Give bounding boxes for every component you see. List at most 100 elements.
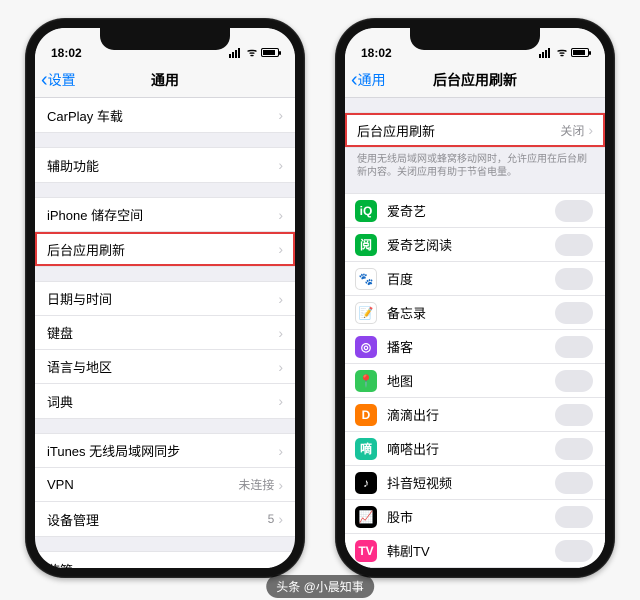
app-toggle[interactable] [555,268,593,290]
app-toggle[interactable] [555,370,593,392]
app-name: 百度 [387,269,555,288]
app-name: 爱奇艺阅读 [387,235,555,254]
row-label: 词典 [47,392,278,411]
row-label: 设备管理 [47,510,268,529]
nav-bar: ‹ 通用 后台应用刷新 [345,62,605,98]
app-row[interactable]: 🐾 百度 [345,262,605,296]
app-row[interactable]: iQ 爱奇艺 [345,194,605,228]
app-icon: 📈 [355,506,377,528]
settings-list[interactable]: CarPlay 车载›辅助功能›iPhone 储存空间›后台应用刷新›日期与时间… [35,98,295,568]
app-row[interactable]: 📝备忘录 [345,296,605,330]
battery-icon [261,48,279,57]
battery-icon [571,48,589,57]
row-label: 后台应用刷新 [357,121,560,140]
row-label: 监管 [47,560,278,569]
settings-row[interactable]: 后台应用刷新› [35,232,295,266]
app-name: 抖音短视频 [387,473,555,492]
back-button[interactable]: ‹ 通用 [345,70,386,90]
chevron-right-icon: › [278,393,283,409]
row-value: 关闭 [560,122,584,139]
row-value: 5 [268,512,275,526]
row-label: 日期与时间 [47,289,278,308]
app-toggle[interactable] [555,472,593,494]
chevron-right-icon: › [278,241,283,257]
status-time: 18:02 [361,46,392,60]
back-label: 设置 [48,70,76,90]
back-button[interactable]: ‹ 设置 [35,70,76,90]
chevron-left-icon: ‹ [41,70,48,90]
app-row[interactable]: 阅爱奇艺阅读 [345,228,605,262]
signal-icon [229,48,243,58]
background-refresh-master-row[interactable]: 后台应用刷新关闭› [345,113,605,147]
row-label: 后台应用刷新 [47,240,278,259]
app-toggle[interactable] [555,234,593,256]
signal-icon [539,48,553,58]
app-icon: 📍 [355,370,377,392]
settings-row[interactable]: 辅助功能› [35,148,295,182]
row-label: 语言与地区 [47,357,278,376]
app-icon: D [355,404,377,426]
app-row[interactable]: ◎ 播客 [345,330,605,364]
app-toggle[interactable] [555,404,593,426]
watermark-caption: 头条 @小晨知事 [266,575,374,598]
row-label: CarPlay 车载 [47,106,278,125]
settings-row[interactable]: VPN未连接› [35,468,295,502]
row-label: iTunes 无线局域网同步 [47,441,278,460]
app-toggle[interactable] [555,200,593,222]
settings-row[interactable]: 词典› [35,384,295,418]
nav-bar: ‹ 设置 通用 [35,62,295,98]
app-name: 嘀嗒出行 [387,439,555,458]
app-row[interactable]: ♪ 抖音短视频 [345,466,605,500]
chevron-right-icon: › [278,207,283,223]
app-icon: iQ [355,200,377,222]
app-toggle[interactable] [555,336,593,358]
chevron-right-icon: › [278,511,283,527]
app-icon: 嘀 [355,438,377,460]
phone-left: 18:02 ᯤ ‹ 设置 通用 CarPlay 车载›辅助功能›iPhone 储… [25,18,305,578]
app-name: 股市 [387,507,555,526]
wifi-icon: ᯤ [247,45,257,60]
back-label: 通用 [358,70,386,90]
row-label: iPhone 储存空间 [47,205,278,224]
app-row[interactable]: 嘀嘀嗒出行 [345,432,605,466]
status-time: 18:02 [51,46,82,60]
chevron-right-icon: › [278,291,283,307]
app-name: 备忘录 [387,303,555,322]
section-footer: 使用无线局域网或蜂窝移动网时，允许应用在后台刷新内容。关闭应用有助于节省电量。 [345,148,605,179]
app-icon: ♪ [355,472,377,494]
notch [410,28,540,50]
nav-title: 通用 [151,70,179,90]
settings-row[interactable]: 语言与地区› [35,350,295,384]
settings-row[interactable]: iPhone 储存空间› [35,198,295,232]
settings-row[interactable]: 设备管理5› [35,502,295,536]
app-icon: ◎ [355,336,377,358]
phone-right: 18:02 ᯤ ‹ 通用 后台应用刷新 后台应用刷新关闭›使用无线局域网或蜂窝移… [335,18,615,578]
app-row[interactable]: 📈 股市 [345,500,605,534]
app-name: 播客 [387,337,555,356]
app-refresh-list[interactable]: 后台应用刷新关闭›使用无线局域网或蜂窝移动网时，允许应用在后台刷新内容。关闭应用… [345,98,605,568]
settings-row[interactable]: 监管› [35,552,295,568]
chevron-left-icon: ‹ [351,70,358,90]
chevron-right-icon: › [278,443,283,459]
app-toggle[interactable] [555,506,593,528]
chevron-right-icon: › [278,477,283,493]
chevron-right-icon: › [278,561,283,568]
app-row[interactable]: TV韩剧TV [345,534,605,568]
app-name: 地图 [387,371,555,390]
app-row[interactable]: D滴滴出行 [345,398,605,432]
settings-row[interactable]: CarPlay 车载› [35,98,295,132]
app-toggle[interactable] [555,302,593,324]
screen-left: 18:02 ᯤ ‹ 设置 通用 CarPlay 车载›辅助功能›iPhone 储… [35,28,295,568]
app-toggle[interactable] [555,438,593,460]
settings-row[interactable]: iTunes 无线局域网同步› [35,434,295,468]
wifi-icon: ᯤ [557,45,567,60]
app-row[interactable]: 📍 地图 [345,364,605,398]
settings-row[interactable]: 日期与时间› [35,282,295,316]
app-name: 爱奇艺 [387,201,555,220]
app-toggle[interactable] [555,540,593,562]
app-icon: 🐾 [355,268,377,290]
row-label: 辅助功能 [47,156,278,175]
notch [100,28,230,50]
chevron-right-icon: › [278,325,283,341]
settings-row[interactable]: 键盘› [35,316,295,350]
